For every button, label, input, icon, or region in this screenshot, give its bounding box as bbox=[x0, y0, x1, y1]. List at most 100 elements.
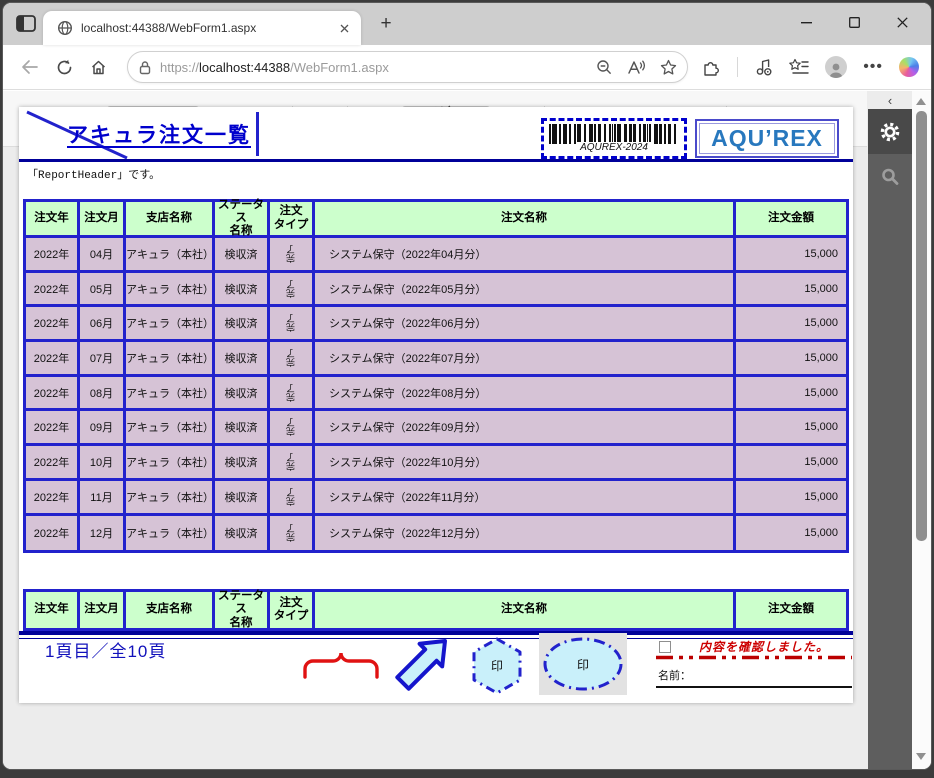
order-type-rotated-text: 完了 bbox=[285, 279, 296, 298]
cell-year: 2022年 bbox=[26, 446, 80, 481]
extensions-icon[interactable] bbox=[702, 58, 721, 77]
brace-shape bbox=[303, 652, 379, 679]
cell-status: 検収済 bbox=[215, 307, 270, 343]
divider bbox=[737, 57, 739, 77]
scrollbar-thumb[interactable] bbox=[916, 111, 927, 541]
cell-type: 完了 bbox=[270, 238, 315, 273]
read-aloud-icon[interactable] bbox=[627, 59, 646, 75]
order-type-rotated-text: 完了 bbox=[285, 523, 296, 542]
scroll-down-arrow[interactable] bbox=[916, 753, 926, 760]
cell-status: 検収済 bbox=[215, 446, 270, 481]
cell-amount: 15,000 bbox=[736, 446, 846, 481]
report-viewer: 1 of 10 bbox=[3, 91, 931, 769]
column-header-name: 注文名称 bbox=[315, 202, 736, 238]
cell-amount: 15,000 bbox=[736, 342, 846, 377]
scroll-up-arrow[interactable] bbox=[916, 98, 926, 105]
cell-year: 2022年 bbox=[26, 376, 80, 412]
confirm-checkbox[interactable] bbox=[659, 640, 671, 653]
back-button[interactable] bbox=[15, 52, 45, 82]
vertical-rule bbox=[256, 112, 259, 156]
ellipse-stamp-box: 印 bbox=[539, 633, 627, 695]
close-icon bbox=[896, 16, 908, 28]
copilot-icon[interactable] bbox=[899, 57, 919, 77]
workspaces-icon bbox=[16, 15, 36, 32]
column-header-amount: 注文金額 bbox=[736, 592, 846, 628]
cell-year: 2022年 bbox=[26, 411, 80, 447]
cell-amount: 15,000 bbox=[736, 480, 846, 516]
column-header-month: 注文月 bbox=[80, 202, 126, 238]
home-button[interactable] bbox=[83, 52, 113, 82]
tab-close-button[interactable] bbox=[335, 19, 353, 37]
workspaces-button[interactable] bbox=[16, 15, 36, 33]
favorites-bar-icon[interactable] bbox=[789, 58, 809, 76]
barcode-text: AQUREX-2024 bbox=[576, 142, 652, 153]
cell-month: 07月 bbox=[80, 342, 126, 377]
url-text: https://localhost:44388/WebForm1.aspx bbox=[160, 59, 389, 75]
cell-branch: アキュラ（本社） bbox=[126, 272, 215, 308]
browser-essentials-icon[interactable] bbox=[754, 58, 773, 77]
cell-name: システム保守（2022年05月分） bbox=[315, 272, 736, 308]
cell-type: 完了 bbox=[270, 480, 315, 516]
cell-month: 12月 bbox=[80, 515, 126, 551]
cell-amount: 15,000 bbox=[736, 307, 846, 343]
cell-branch: アキュラ（本社） bbox=[126, 342, 215, 377]
browser-navbar: https://localhost:44388/WebForm1.aspx ••… bbox=[3, 45, 931, 90]
cell-branch: アキュラ（本社） bbox=[126, 515, 215, 551]
vertical-scrollbar[interactable] bbox=[912, 91, 931, 769]
sidebar-panel bbox=[868, 109, 912, 769]
favorite-star-icon[interactable] bbox=[660, 59, 677, 76]
sidebar-settings-button[interactable] bbox=[868, 109, 912, 154]
cell-status: 検収済 bbox=[215, 376, 270, 412]
zoom-out-indicator-icon[interactable] bbox=[596, 59, 613, 76]
tab-title: localhost:44388/WebForm1.aspx bbox=[81, 21, 257, 35]
cell-type: 完了 bbox=[270, 307, 315, 343]
cell-branch: アキュラ（本社） bbox=[126, 307, 215, 343]
browser-tab[interactable]: localhost:44388/WebForm1.aspx bbox=[43, 11, 361, 45]
chevron-left-icon: ‹ bbox=[887, 92, 893, 108]
sidebar-search-button[interactable] bbox=[868, 154, 912, 199]
window-minimize-button[interactable] bbox=[795, 11, 817, 33]
refresh-icon bbox=[57, 59, 71, 74]
cell-status: 検収済 bbox=[215, 515, 270, 551]
page-count-label: 1頁目／全10頁 bbox=[45, 642, 167, 661]
globe-icon bbox=[57, 20, 73, 36]
cell-branch: アキュラ（本社） bbox=[126, 238, 215, 273]
column-header-status: ステータス 名称 bbox=[215, 199, 270, 238]
new-tab-button[interactable]: + bbox=[373, 11, 399, 37]
cell-type: 完了 bbox=[270, 342, 315, 377]
lock-icon bbox=[139, 60, 151, 74]
address-bar[interactable]: https://localhost:44388/WebForm1.aspx bbox=[127, 51, 689, 83]
window-maximize-button[interactable] bbox=[843, 11, 865, 33]
ellipse-stamp: 印 bbox=[543, 637, 623, 691]
hexagon-stamp: 印 bbox=[472, 637, 522, 695]
column-header-status: ステータス 名称 bbox=[215, 590, 270, 629]
sidebar-collapse-button[interactable]: ‹ bbox=[868, 91, 912, 109]
cell-year: 2022年 bbox=[26, 480, 80, 516]
cell-amount: 15,000 bbox=[736, 272, 846, 308]
home-icon bbox=[91, 60, 105, 74]
window-close-button[interactable] bbox=[891, 11, 913, 33]
cell-month: 04月 bbox=[80, 238, 126, 273]
cell-status: 検収済 bbox=[215, 272, 270, 308]
cell-type: 完了 bbox=[270, 515, 315, 551]
header-rule bbox=[19, 159, 853, 162]
cell-status: 検収済 bbox=[215, 411, 270, 447]
cell-branch: アキュラ（本社） bbox=[126, 480, 215, 516]
cell-name: システム保守（2022年04月分） bbox=[315, 238, 736, 273]
cell-amount: 15,000 bbox=[736, 515, 846, 551]
refresh-button[interactable] bbox=[49, 52, 79, 82]
report-header-note: 「ReportHeader」です。 bbox=[27, 170, 161, 182]
more-options-button[interactable]: ••• bbox=[863, 58, 883, 76]
name-label: 名前： bbox=[658, 670, 691, 682]
cell-name: システム保守（2022年08月分） bbox=[315, 376, 736, 412]
cell-branch: アキュラ（本社） bbox=[126, 411, 215, 447]
order-type-rotated-text: 完了 bbox=[285, 383, 296, 402]
profile-avatar[interactable] bbox=[825, 56, 848, 78]
cell-month: 06月 bbox=[80, 307, 126, 343]
arrow-shape bbox=[395, 639, 447, 691]
red-dashdot-line bbox=[656, 655, 852, 660]
order-type-rotated-text: 完了 bbox=[285, 348, 296, 367]
cell-name: システム保守（2022年12月分） bbox=[315, 515, 736, 551]
barcode: AQUREX-2024 bbox=[541, 118, 687, 159]
cell-year: 2022年 bbox=[26, 272, 80, 308]
